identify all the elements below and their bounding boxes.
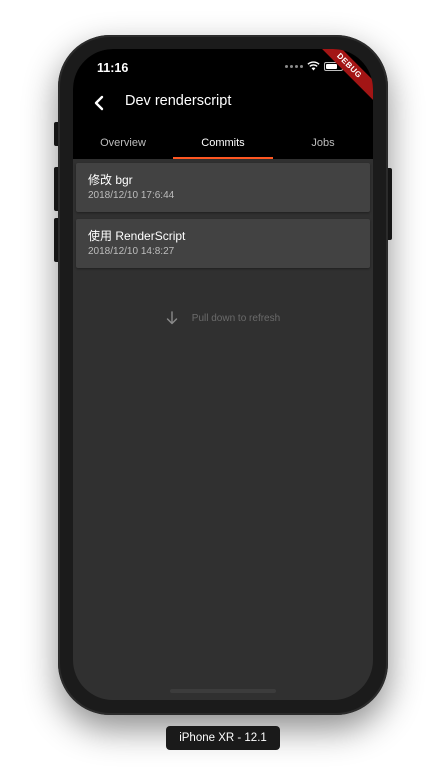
arrow-down-icon	[166, 311, 177, 325]
commit-message: 使用 RenderScript	[88, 229, 186, 243]
refresh-text: Pull down to refresh	[191, 312, 281, 324]
status-time: 11:16	[97, 61, 129, 75]
simulator-stage: 11:16 DEBUG Dev renderscript Overview Co…	[0, 0, 446, 783]
pull-to-refresh-hint: Pull down to refresh	[73, 311, 373, 325]
notch	[140, 49, 306, 73]
home-indicator[interactable]	[170, 689, 276, 693]
tab-jobs[interactable]: Jobs	[273, 127, 373, 159]
tab-bar: Overview Commits Jobs	[73, 127, 373, 159]
commit-date: 2018/12/10 17:6:44	[88, 190, 175, 201]
commit-card[interactable]: 修改 bgr 2018/12/10 17:6:44	[76, 163, 370, 212]
commit-list: 修改 bgr 2018/12/10 17:6:44 使用 RenderScrip…	[76, 163, 370, 275]
wifi-icon	[307, 61, 320, 71]
chevron-left-icon	[94, 95, 104, 111]
tab-overview[interactable]: Overview	[73, 127, 173, 159]
commit-message: 修改 bgr	[88, 173, 133, 187]
commit-date: 2018/12/10 14:8:27	[88, 246, 175, 257]
page-title: Dev renderscript	[125, 93, 232, 109]
debug-banner: DEBUG	[308, 49, 373, 107]
back-button[interactable]	[87, 91, 111, 115]
tab-commits[interactable]: Commits	[173, 127, 273, 159]
signal-dots-icon	[285, 64, 303, 68]
app-bar: 11:16 DEBUG Dev renderscript Overview Co…	[73, 49, 373, 159]
status-icons	[285, 61, 343, 71]
commit-card[interactable]: 使用 RenderScript 2018/12/10 14:8:27	[76, 219, 370, 268]
device-label: iPhone XR - 12.1	[166, 726, 280, 750]
phone-screen: 11:16 DEBUG Dev renderscript Overview Co…	[73, 49, 373, 700]
